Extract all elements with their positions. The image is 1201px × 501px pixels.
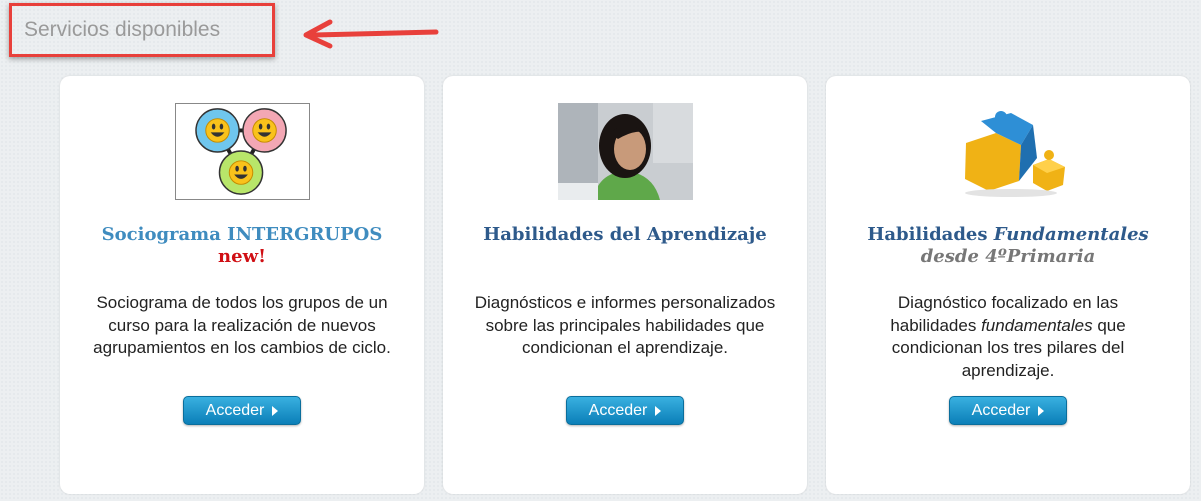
card-subtitle: desde 4ºPrimaria <box>920 246 1096 267</box>
section-title: Servicios disponibles <box>24 18 221 41</box>
chevron-right-icon <box>655 405 662 416</box>
sociogram-image <box>175 103 310 200</box>
card-description: Diagnóstico focalizado en las habilidade… <box>890 293 1126 380</box>
new-badge: new! <box>218 246 266 267</box>
arrow-left-icon <box>303 19 439 49</box>
service-card-sociograma: Sociograma INTERGRUPOS new! Sociograma d… <box>60 76 424 494</box>
puzzle-image <box>965 111 1065 197</box>
service-card-habilidades-fundamentales: Habilidades Fundamentales desde 4ºPrimar… <box>826 76 1190 494</box>
service-card-habilidades-aprendizaje: Habilidades del Aprendizaje Diagnósticos… <box>443 76 807 494</box>
chevron-right-icon <box>1038 405 1045 416</box>
acceder-button[interactable]: Acceder <box>183 396 301 425</box>
acceder-button[interactable]: Acceder <box>949 396 1067 425</box>
acceder-button[interactable]: Acceder <box>566 396 684 425</box>
card-description: Sociograma de todos los grupos de un cur… <box>93 293 391 357</box>
section-title-highlight: Servicios disponibles <box>9 3 275 57</box>
card-description: Diagnósticos e informes personalizados s… <box>474 293 776 357</box>
chevron-right-icon <box>272 405 279 416</box>
card-title: Habilidades Fundamentales desde 4ºPrimar… <box>826 224 1190 268</box>
student-photo <box>558 103 693 200</box>
card-title: Sociograma INTERGRUPOS new! <box>60 224 424 268</box>
card-title: Habilidades del Aprendizaje <box>483 224 767 245</box>
